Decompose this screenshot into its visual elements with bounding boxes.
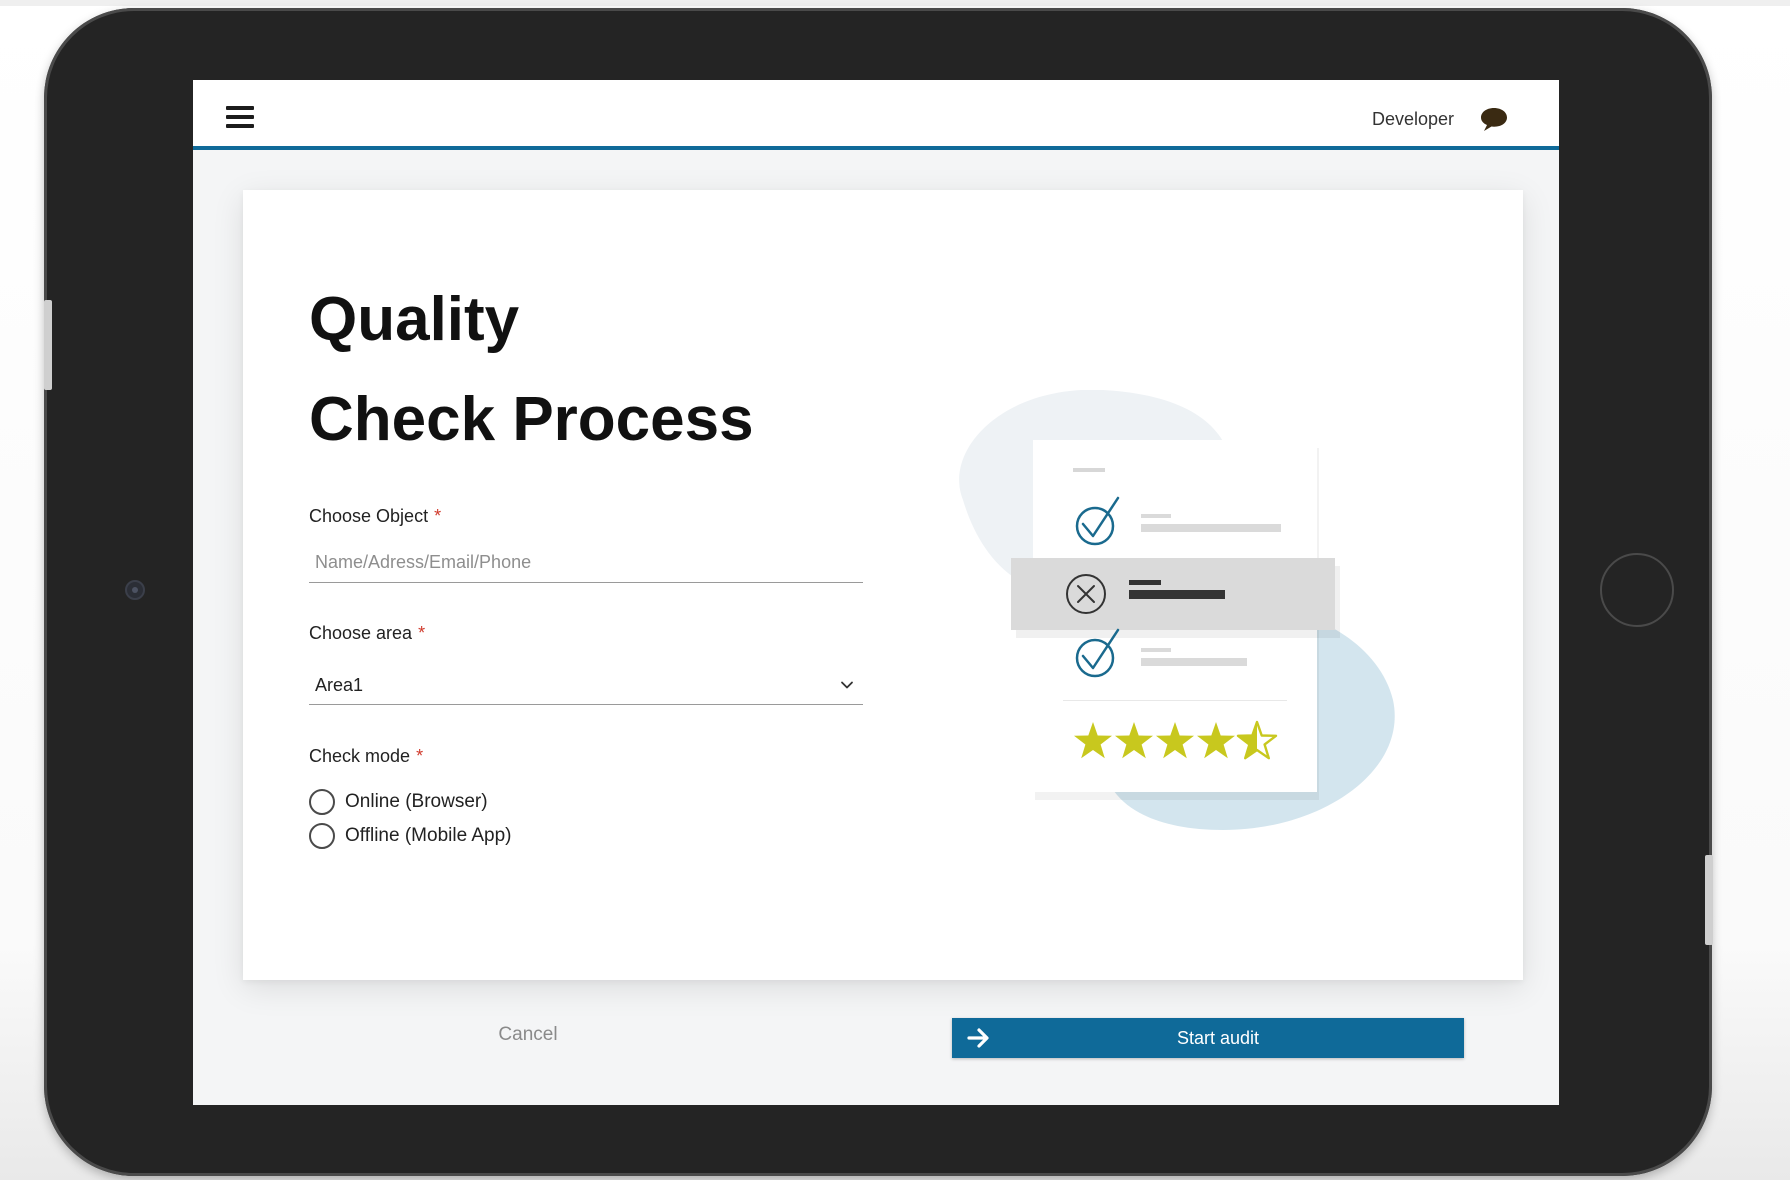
title-line-2: Check Process [309, 385, 754, 454]
radio-online[interactable]: Online (Browser) [309, 787, 488, 817]
chevron-down-icon [841, 681, 853, 689]
camera-icon [125, 580, 145, 600]
radio-label: Online (Browser) [345, 791, 488, 812]
page-title: Quality Check Process [309, 270, 1009, 470]
cancel-button[interactable]: Cancel [473, 1015, 583, 1055]
object-field-label: Choose Object * [309, 506, 441, 527]
radio-button[interactable] [309, 823, 335, 849]
tablet-screen: Developer Quality Check Process Choose O… [193, 80, 1559, 1105]
required-marker: * [434, 506, 442, 526]
browser-top-strip [0, 0, 1790, 6]
area-select-value: Area1 [315, 675, 364, 695]
object-label-text: Choose Object [309, 506, 429, 526]
tablet-side-button [1705, 855, 1713, 945]
chat-bubble-icon[interactable] [1479, 106, 1509, 132]
area-select[interactable]: Area1 [309, 665, 863, 705]
home-button[interactable] [1600, 553, 1674, 627]
mode-label-text: Check mode [309, 746, 411, 766]
audit-form-card: Quality Check Process Choose Object* Cho… [243, 190, 1523, 980]
app-header: Developer [193, 80, 1559, 150]
required-marker: * [416, 746, 424, 766]
object-search-input[interactable] [309, 543, 863, 583]
area-label-text: Choose area [309, 623, 413, 643]
checklist-illustration [959, 390, 1395, 830]
radio-label: Offline (Mobile App) [345, 825, 512, 846]
area-field-label: Choose area * [309, 623, 425, 644]
title-line-1: Quality [309, 285, 520, 354]
required-marker: * [418, 623, 426, 643]
start-audit-label: Start audit [1176, 1028, 1260, 1048]
mode-field-label: Check mode * [309, 746, 423, 767]
radio-offline[interactable]: Offline (Mobile App) [309, 821, 512, 851]
user-name[interactable]: Developer [1372, 109, 1454, 130]
start-audit-button[interactable]: Start audit [952, 1018, 1464, 1058]
hamburger-menu-icon[interactable] [226, 106, 254, 128]
radio-button[interactable] [309, 789, 335, 815]
tablet-side-button [44, 300, 52, 390]
